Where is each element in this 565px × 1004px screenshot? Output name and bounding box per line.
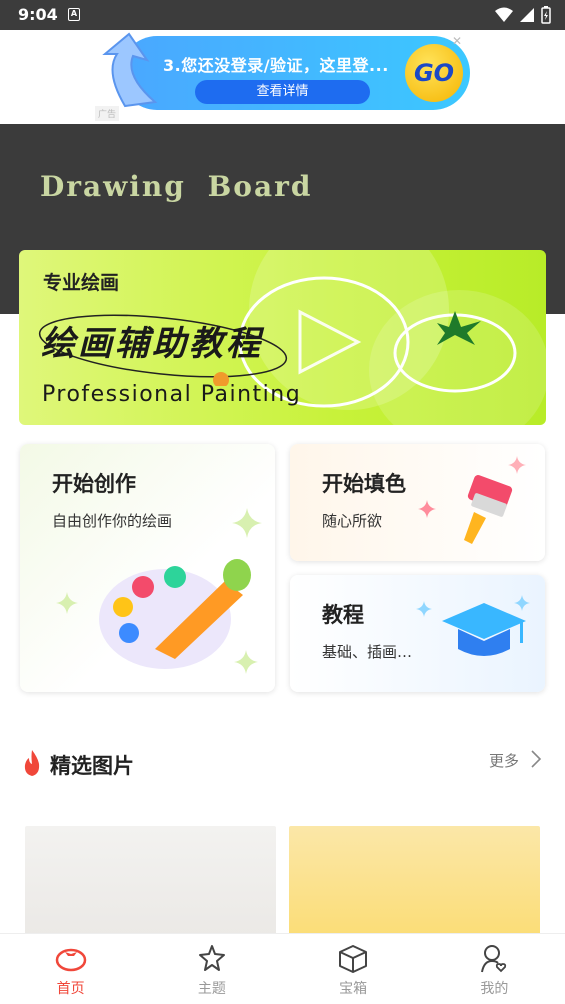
sparkle-icon [232,508,262,538]
sparkle-icon [416,601,432,617]
more-link[interactable]: 更多 [489,750,519,771]
sparkle-icon [514,595,530,611]
card-start-coloring[interactable]: 开始填色 随心所欲 [290,444,545,561]
banner-subtitle: 专业绘画 [43,272,120,294]
box-icon [339,945,368,973]
card-desc: 随心所欲 [322,512,383,530]
tab-themes[interactable]: 主题 [141,934,282,1004]
tab-label: 主题 [197,981,226,997]
featured-image[interactable] [25,826,276,936]
tab-label: 首页 [56,981,85,997]
tutorial-banner[interactable]: 专业绘画 绘画辅助教程 Professional Painting [19,250,546,425]
sparkle-icon [56,592,78,614]
ad-details-button[interactable]: 查看详情 [195,80,370,104]
signal-icon [520,8,534,22]
card-tutorial[interactable]: 教程 基础、插画… [290,575,545,692]
star-icon [198,945,225,971]
palette-icon [99,559,251,669]
banner-english: Professional Painting [42,382,302,407]
system-icons [495,6,551,24]
card-desc: 基础、插画… [322,643,413,661]
tab-treasure-box[interactable]: 宝箱 [283,934,424,1004]
app-screen: 9:04 A 3.您还没登录/验证，这里登... 查看详情 GO ✕ 广告 Dr… [0,0,565,1004]
arrow-icon [102,32,158,108]
close-icon[interactable]: ✕ [450,34,464,48]
paintbrush-icon [464,475,513,544]
sparkle-icon [418,500,436,518]
card-desc: 自由创作你的绘画 [52,512,173,530]
ad-banner[interactable]: 3.您还没登录/验证，这里登... 查看详情 GO ✕ 广告 [0,30,565,124]
sparkle-icon [234,650,258,674]
status-bar: 9:04 A [0,0,565,30]
tab-profile[interactable]: 我的 [424,934,565,1004]
bottom-nav: 首页 主题 宝箱 我的 [0,933,565,1004]
user-icon [481,945,507,973]
fire-icon [24,750,40,776]
tab-label: 我的 [480,981,509,997]
ad-tag: 广告 [95,106,120,121]
ad-text: 3.您还没登录/验证，这里登... [163,56,389,75]
tab-home[interactable]: 首页 [0,934,141,1004]
battery-icon [541,6,551,24]
banner-title: 绘画辅助教程 [41,324,263,364]
wifi-icon [495,7,513,22]
card-title: 教程 [322,603,364,627]
status-time: 9:04 [18,5,58,24]
ad-go-badge: GO [405,44,463,102]
card-start-creating[interactable]: 开始创作 自由创作你的绘画 [20,444,275,692]
card-title: 开始填色 [322,472,406,496]
section-title: 精选图片 [50,754,134,778]
featured-image[interactable] [289,826,540,936]
tab-label: 宝箱 [339,981,368,997]
chevron-right-icon[interactable] [530,749,542,769]
card-title: 开始创作 [52,472,136,496]
notification-icon: A [68,8,80,21]
app-title: Drawing Board [40,170,313,203]
sparkle-icon [508,456,526,474]
tomato-icon [55,948,86,972]
